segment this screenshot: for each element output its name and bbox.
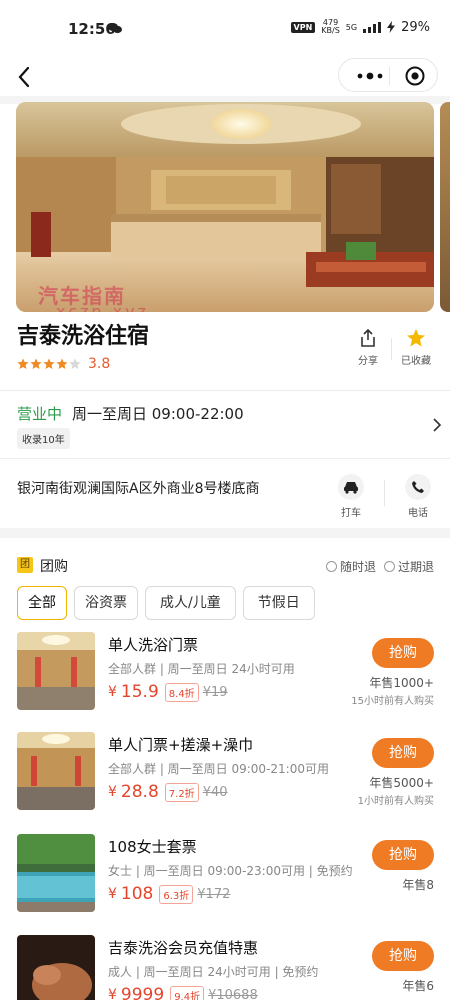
sales-count: 年售1000+ — [369, 676, 434, 690]
taxi-label: 打车 — [341, 508, 361, 519]
filter-adult-child[interactable]: 成人/儿童 — [145, 586, 236, 620]
sales-count: 年售6 — [402, 979, 434, 993]
star-empty-icon — [69, 358, 81, 369]
sales-count: 年售8 — [402, 878, 434, 892]
refund-expired: 过期退 — [383, 558, 434, 575]
refund-anytime: 随时退 — [325, 558, 376, 575]
deal-price: ¥15.9 8.4折 ¥19 — [108, 682, 228, 702]
buy-button[interactable]: 抢购 — [372, 638, 434, 668]
refund-policy: 随时退 过期退 — [325, 558, 434, 575]
buy-button[interactable]: 抢购 — [372, 941, 434, 971]
taxi-button[interactable]: 打车 — [338, 474, 364, 519]
original-price: ¥19 — [202, 684, 228, 700]
chevron-right-icon — [433, 418, 442, 432]
price-value: 9999 — [120, 985, 165, 1000]
star-icon — [56, 358, 68, 369]
price-value: 15.9 — [120, 682, 159, 702]
favorite-button[interactable]: 已收藏 — [394, 328, 438, 367]
mini-program-capsule — [338, 58, 438, 92]
deal-item[interactable]: 单人门票+搓澡+澡巾 全部人群 | 周一至周日 09:00-21:00可用 ¥2… — [0, 732, 450, 832]
deal-thumbnail — [17, 732, 95, 810]
hero-photo[interactable]: 汽车指南 xczn.xyz — [16, 102, 434, 312]
star-icon — [43, 358, 55, 369]
deal-name: 吉泰洗浴会员充值特惠 — [108, 939, 259, 957]
phone-label: 电话 — [408, 508, 428, 519]
next-photo[interactable] — [440, 102, 450, 312]
business-name: 吉泰洗浴住宿 — [17, 324, 150, 349]
discount-badge: 6.3折 — [159, 884, 194, 904]
filter-holiday[interactable]: 节假日 — [242, 586, 315, 620]
deal-price: ¥9999 9.4折 ¥10688 — [108, 985, 258, 1000]
close-mini-program-icon[interactable] — [405, 66, 425, 86]
network-speed: 479 KB/S — [321, 18, 340, 35]
share-icon — [361, 328, 375, 347]
status-indicators: VPN 479 KB/S 5G 29% — [290, 18, 430, 35]
watermark-url: xczn.xyz — [56, 302, 149, 312]
deal-details: 全部人群 | 周一至周日 24小时可用 — [108, 662, 295, 676]
status-bar: 12:56 VPN 479 KB/S 5G 29% — [0, 0, 450, 58]
original-price: ¥40 — [202, 784, 228, 800]
deal-details: 全部人群 | 周一至周日 09:00-21:00可用 — [108, 762, 329, 776]
rating-stars: 3.8 — [17, 356, 110, 372]
star-icon — [30, 358, 42, 369]
filter-all[interactable]: 全部 — [17, 586, 67, 620]
nav-bar — [0, 58, 450, 98]
deal-details: 成人 | 周一至周日 24小时可用 | 免预约 — [108, 965, 319, 979]
deal-item[interactable]: 吉泰洗浴会员充值特惠 成人 | 周一至周日 24小时可用 | 免预约 ¥9999… — [0, 935, 450, 1000]
deal-price: ¥28.8 7.2折 ¥40 — [108, 782, 228, 802]
discount-badge: 9.4折 — [170, 985, 205, 1000]
deal-details: 女士 | 周一至周日 09:00-23:00可用 | 免预约 — [108, 864, 353, 878]
vpn-badge: VPN — [290, 21, 316, 33]
check-circle-icon — [383, 561, 395, 572]
phone-button[interactable]: 电话 — [405, 474, 431, 519]
original-price: ¥172 — [197, 886, 231, 902]
deal-name: 单人洗浴门票 — [108, 636, 199, 654]
check-circle-icon — [325, 561, 337, 572]
open-status: 营业中 — [17, 405, 63, 423]
phone-icon — [412, 481, 424, 493]
deal-thumbnail — [17, 935, 95, 1000]
car-icon — [344, 482, 358, 494]
signal-icon — [363, 21, 382, 33]
back-icon[interactable] — [14, 64, 36, 90]
buy-button[interactable]: 抢购 — [372, 840, 434, 870]
deal-filters: 全部 浴资票 成人/儿童 节假日 — [17, 586, 315, 620]
address[interactable]: 银河南街观澜国际A区外商业8号楼底商 — [17, 478, 259, 498]
discount-badge: 8.4折 — [164, 682, 199, 702]
deal-name: 108女士套票 — [108, 838, 197, 856]
original-price: ¥10688 — [208, 987, 258, 1000]
star-icon — [17, 358, 29, 369]
deal-thumbnail — [17, 834, 95, 912]
charging-icon — [387, 21, 396, 33]
listing-tag: 收录10年 — [17, 428, 70, 449]
buy-button[interactable]: 抢购 — [372, 738, 434, 768]
battery-percent: 29% — [401, 19, 430, 35]
favorite-label: 已收藏 — [401, 356, 431, 367]
price-value: 28.8 — [120, 782, 159, 802]
star-filled-icon — [407, 329, 425, 347]
group-buy-icon: 团 — [17, 557, 33, 573]
deal-item[interactable]: 108女士套票 女士 | 周一至周日 09:00-23:00可用 | 免预约 ¥… — [0, 834, 450, 934]
group-buy-title: 团购 — [40, 559, 68, 575]
network-type: 5G — [345, 22, 358, 32]
deal-price: ¥108 6.3折 ¥172 — [108, 884, 231, 904]
filter-bath-ticket[interactable]: 浴资票 — [74, 586, 138, 620]
deal-item[interactable]: 单人洗浴门票 全部人群 | 周一至周日 24小时可用 ¥15.9 8.4折 ¥1… — [0, 632, 450, 732]
recent-purchase: 1小时前有人购买 — [357, 796, 434, 807]
wechat-icon — [108, 23, 122, 34]
business-hours: 周一至周日 09:00-22:00 — [72, 405, 244, 423]
share-button[interactable]: 分享 — [346, 328, 390, 367]
deal-name: 单人门票+搓澡+澡巾 — [108, 736, 254, 754]
discount-badge: 7.2折 — [164, 782, 199, 802]
price-value: 108 — [120, 884, 154, 904]
more-icon[interactable] — [353, 69, 387, 83]
rating-score: 3.8 — [88, 356, 111, 372]
sales-count: 年售5000+ — [369, 776, 434, 790]
deal-thumbnail — [17, 632, 95, 710]
recent-purchase: 15小时前有人购买 — [351, 696, 434, 707]
share-label: 分享 — [358, 356, 378, 367]
